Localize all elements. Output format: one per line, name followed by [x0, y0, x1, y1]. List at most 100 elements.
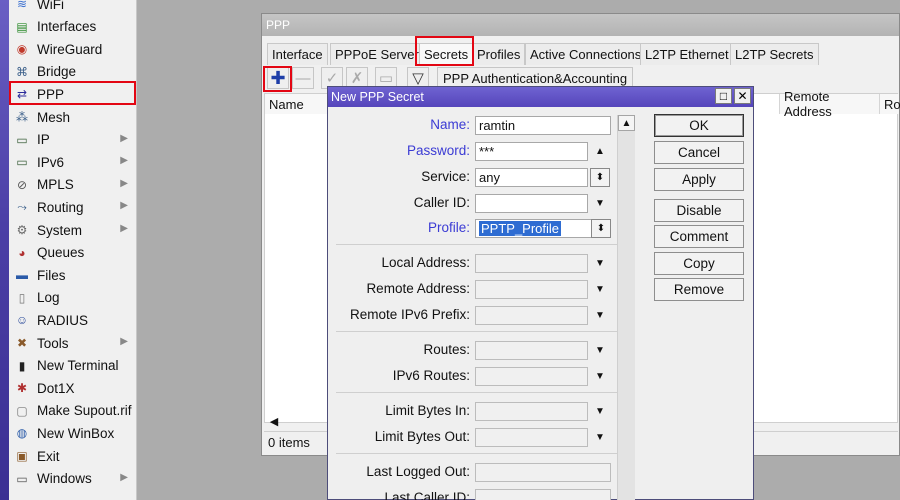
sidebar-item-label: RADIUS: [37, 312, 89, 328]
scroll-up-arrow-icon[interactable]: ▲: [618, 115, 635, 131]
terminal-icon: ▮: [18, 358, 26, 373]
maximize-button[interactable]: □: [715, 88, 732, 104]
routes-label: Routes:: [423, 342, 470, 357]
section-divider: [336, 244, 619, 245]
disable-button[interactable]: Disable: [654, 199, 744, 222]
dropdown-toggle-icon[interactable]: ⬍: [591, 219, 611, 238]
sidebar-item-exit[interactable]: ▣ Exit: [9, 445, 137, 467]
winbox-icon: ◍: [16, 426, 28, 441]
sidebar-item-interfaces[interactable]: ▤ Interfaces: [9, 16, 137, 38]
minus-icon: —: [295, 69, 311, 87]
sidebar-item-label: Log: [37, 290, 60, 306]
dropdown-arrow-icon[interactable]: ▼: [590, 306, 610, 325]
remote-address-field[interactable]: [475, 280, 588, 299]
ok-button[interactable]: OK: [654, 114, 744, 137]
sidebar-item-wifi[interactable]: ≋ WiFi: [9, 0, 137, 15]
tab-active-connections[interactable]: Active Connections: [525, 43, 647, 65]
wifi-icon: ≋: [16, 0, 28, 11]
close-button[interactable]: ✕: [734, 88, 751, 104]
sidebar-item-radius[interactable]: ☺ RADIUS: [9, 309, 137, 331]
new-ppp-secret-dialog: New PPP Secret □ ✕ Name: ramtin Password: *…: [327, 86, 754, 500]
column-remote-address[interactable]: Remote Address: [779, 89, 879, 119]
scroll-left-arrow-icon[interactable]: ◀: [264, 413, 284, 429]
dropdown-arrow-icon[interactable]: ▼: [590, 428, 610, 447]
check-icon: ✓: [325, 70, 339, 87]
dropdown-arrow-icon[interactable]: ▼: [590, 194, 610, 213]
dropdown-arrow-icon[interactable]: ▼: [590, 402, 610, 421]
comment-button[interactable]: Comment: [654, 225, 744, 248]
sidebar-item-wireguard[interactable]: ◉ WireGuard: [9, 38, 137, 60]
sidebar-item-new-winbox[interactable]: ◍ New WinBox: [9, 422, 137, 444]
sidebar-item-files[interactable]: ▬ Files: [9, 264, 137, 286]
submenu-arrow-icon: ▶: [120, 155, 128, 167]
sidebar-item-label: IP: [37, 132, 50, 148]
column-routes[interactable]: Rou: [879, 94, 900, 114]
password-value: ***: [479, 144, 495, 159]
password-field[interactable]: ***: [475, 142, 588, 161]
limit-bytes-in-label: Limit Bytes In:: [385, 403, 470, 418]
dropdown-toggle-icon[interactable]: ⬍: [590, 168, 610, 187]
dropdown-arrow-icon[interactable]: ▼: [590, 341, 610, 360]
dropdown-arrow-icon[interactable]: ▼: [590, 367, 610, 386]
sidebar-item-tools[interactable]: ✖ Tools ▶: [9, 332, 137, 354]
interfaces-icon: ▤: [16, 19, 28, 34]
sidebar-item-ipv6[interactable]: ▭ IPv6 ▶: [9, 151, 137, 173]
vertical-scrollbar[interactable]: ▲: [617, 115, 635, 500]
collapse-arrow-icon[interactable]: ▲: [590, 142, 610, 161]
sidebar-item-log[interactable]: ▯ Log: [9, 287, 137, 309]
last-caller-id-field[interactable]: [475, 489, 611, 500]
sidebar-item-system[interactable]: ⚙ System ▶: [9, 219, 137, 241]
name-field[interactable]: ramtin: [475, 116, 611, 135]
sidebar-item-mesh[interactable]: ⁂ Mesh: [9, 106, 137, 128]
sidebar-item-dot1x[interactable]: ✱ Dot1X: [9, 377, 137, 399]
submenu-arrow-icon: ▶: [120, 132, 128, 144]
caller-id-field[interactable]: [475, 194, 588, 213]
section-divider: [336, 453, 619, 454]
system-gear-icon: ⚙: [16, 223, 28, 237]
cancel-button[interactable]: Cancel: [654, 141, 744, 164]
sidebar-item-queues[interactable]: ◕ Queues: [9, 242, 137, 264]
sidebar-item-label: IPv6: [37, 154, 65, 170]
tab-l2tp-ethernet[interactable]: L2TP Ethernet: [640, 43, 734, 65]
service-field[interactable]: any: [475, 168, 588, 187]
sidebar-item-label: Routing: [37, 199, 84, 215]
sidebar-item-label: WireGuard: [37, 41, 103, 57]
limit-bytes-in-field[interactable]: [475, 402, 588, 421]
apply-button[interactable]: Apply: [654, 168, 744, 191]
submenu-arrow-icon: ▶: [120, 223, 128, 234]
copy-button[interactable]: Copy: [654, 252, 744, 275]
ipv6-routes-field[interactable]: [475, 367, 588, 386]
close-icon: ✕: [737, 89, 748, 103]
sidebar-item-routing[interactable]: ⤳ Routing ▶: [9, 196, 137, 218]
name-value: ramtin: [479, 118, 516, 133]
dropdown-arrow-icon[interactable]: ▼: [590, 280, 610, 299]
sidebar-item-label: Windows: [37, 471, 92, 487]
tab-interface[interactable]: Interface: [267, 43, 328, 65]
sidebar-item-make-supout-rif[interactable]: ▢ Make Supout.rif: [9, 400, 137, 422]
sidebar-item-bridge[interactable]: ⌘ Bridge: [9, 61, 137, 83]
queues-icon: ◕: [18, 245, 26, 260]
remove-button[interactable]: Remove: [654, 278, 744, 301]
routes-field[interactable]: [475, 341, 588, 360]
column-name[interactable]: Name: [265, 94, 327, 114]
sidebar-item-ip[interactable]: ▭ IP ▶: [9, 129, 137, 151]
sidebar-item-windows[interactable]: ▭ Windows ▶: [9, 468, 137, 490]
local-address-field[interactable]: [475, 254, 588, 273]
local-address-label: Local Address:: [381, 255, 470, 270]
remove-button[interactable]: —: [292, 67, 314, 89]
last-caller-id-label: Last Caller ID:: [384, 490, 470, 500]
sidebar-item-label: Files: [37, 267, 66, 283]
last-logged-out-field[interactable]: [475, 463, 611, 482]
sidebar-item-label: Interfaces: [37, 19, 97, 35]
add-button-highlight-box: [263, 66, 292, 92]
sidebar-item-label: New Terminal: [37, 358, 119, 374]
sidebar-item-new-terminal[interactable]: ▮ New Terminal: [9, 355, 137, 377]
caller-id-label: Caller ID:: [413, 195, 470, 210]
sidebar-item-mpls[interactable]: ⊘ MPLS ▶: [9, 174, 137, 196]
limit-bytes-out-field[interactable]: [475, 428, 588, 447]
remote-ipv6-prefix-field[interactable]: [475, 306, 588, 325]
tab-l2tp-secrets[interactable]: L2TP Secrets: [730, 43, 819, 65]
sidebar-item-label: Dot1X: [37, 380, 75, 396]
dropdown-arrow-icon[interactable]: ▼: [590, 254, 610, 273]
tab-profiles[interactable]: Profiles: [472, 43, 526, 65]
